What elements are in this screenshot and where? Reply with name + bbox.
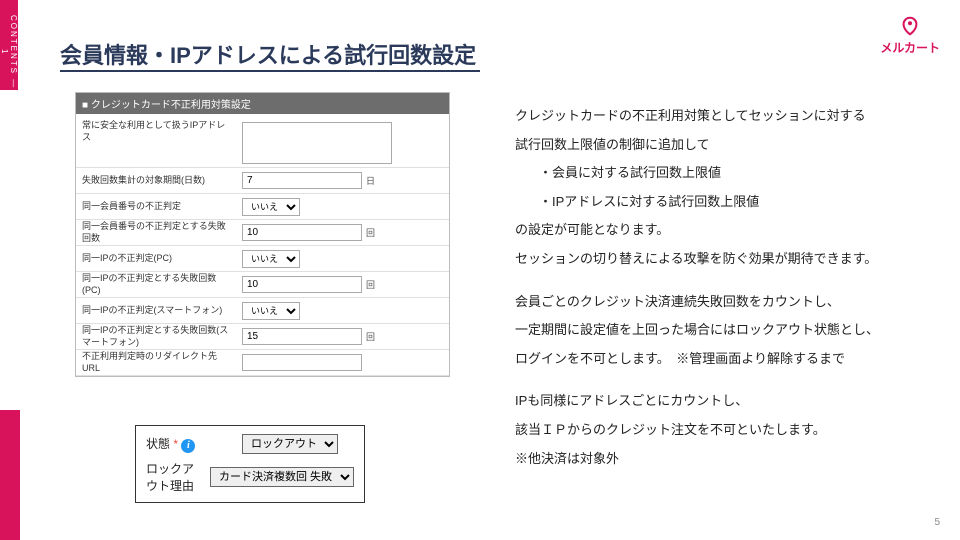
setting-input[interactable]: いいえ <box>242 250 300 268</box>
page-title: 会員情報・IPアドレスによる試行回数設定 <box>60 38 476 70</box>
setting-row: 同一IPの不正判定(スマートフォン) いいえ <box>76 298 449 324</box>
row-label: 同一IPの不正判定とする失敗回数(スマートフォン) <box>76 325 236 348</box>
info-icon: i <box>181 439 195 453</box>
setting-row: 同一会員番号の不正判定いいえ <box>76 194 449 220</box>
logo-icon <box>899 15 921 37</box>
row-field: いいえ <box>236 300 449 322</box>
row-field <box>236 120 449 166</box>
setting-input[interactable] <box>242 224 362 241</box>
contents-tab: CONTENTS — 1 <box>0 0 18 90</box>
lockout-reason-label: ロックアウト理由 <box>146 460 204 494</box>
setting-input[interactable] <box>242 328 362 345</box>
row-field: 日 <box>236 170 449 191</box>
logo: メルカート <box>880 15 940 56</box>
setting-input[interactable] <box>242 276 362 293</box>
setting-input[interactable]: いいえ <box>242 198 300 216</box>
unit-label: 日 <box>366 174 375 187</box>
unit-label: 回 <box>366 226 375 239</box>
row-label: 同一IPの不正判定(スマートフォン) <box>76 305 236 317</box>
setting-row: 同一IPの不正判定とする失敗回数(PC) 回 <box>76 272 449 298</box>
setting-row: 同一IPの不正判定(PC) いいえ <box>76 246 449 272</box>
description: クレジットカードの不正利用対策としてセッションに対する 試行回数上限値の制御に追… <box>500 92 940 483</box>
row-field: 回 <box>236 274 449 295</box>
lockout-reason-select[interactable]: カード決済複数回 失敗 <box>210 467 354 487</box>
unit-label: 回 <box>366 278 375 291</box>
setting-row: 同一会員番号の不正判定とする失敗回数 回 <box>76 220 449 246</box>
setting-input[interactable] <box>242 122 392 164</box>
row-label: 不正利用判定時のリダイレクト先URL <box>76 351 236 374</box>
unit-label: 回 <box>366 330 375 343</box>
status-label: 状態 * i <box>146 435 236 453</box>
row-field <box>236 352 449 373</box>
page-number: 5 <box>934 517 940 528</box>
row-field: いいえ <box>236 196 449 218</box>
row-label: 同一IPの不正判定とする失敗回数(PC) <box>76 273 236 296</box>
row-field: 回 <box>236 222 449 243</box>
settings-panel: ■ クレジットカード不正利用対策設定 常に安全な利用として扱うIPアドレス失敗回… <box>75 92 450 377</box>
setting-row: 不正利用判定時のリダイレクト先URL <box>76 350 449 376</box>
setting-row: 同一IPの不正判定とする失敗回数(スマートフォン) 回 <box>76 324 449 350</box>
row-label: 失敗回数集計の対象期間(日数) <box>76 175 236 187</box>
row-label: 同一会員番号の不正判定 <box>76 201 236 213</box>
setting-input[interactable]: いいえ <box>242 302 300 320</box>
setting-input[interactable] <box>242 172 362 189</box>
corner-accent <box>0 410 20 540</box>
panel-header: ■ クレジットカード不正利用対策設定 <box>76 93 449 114</box>
title-underline <box>60 70 480 72</box>
setting-input[interactable] <box>242 354 362 371</box>
status-box: 状態 * i ロックアウト ロックアウト理由 カード決済複数回 失敗 <box>135 425 365 503</box>
row-label: 同一会員番号の不正判定とする失敗回数 <box>76 221 236 244</box>
row-label: 常に安全な利用として扱うIPアドレス <box>76 120 236 143</box>
logo-text: メルカート <box>880 39 940 56</box>
setting-row: 常に安全な利用として扱うIPアドレス <box>76 114 449 168</box>
setting-row: 失敗回数集計の対象期間(日数) 日 <box>76 168 449 194</box>
row-field: 回 <box>236 326 449 347</box>
row-label: 同一IPの不正判定(PC) <box>76 253 236 265</box>
row-field: いいえ <box>236 248 449 270</box>
status-select[interactable]: ロックアウト <box>242 434 338 454</box>
